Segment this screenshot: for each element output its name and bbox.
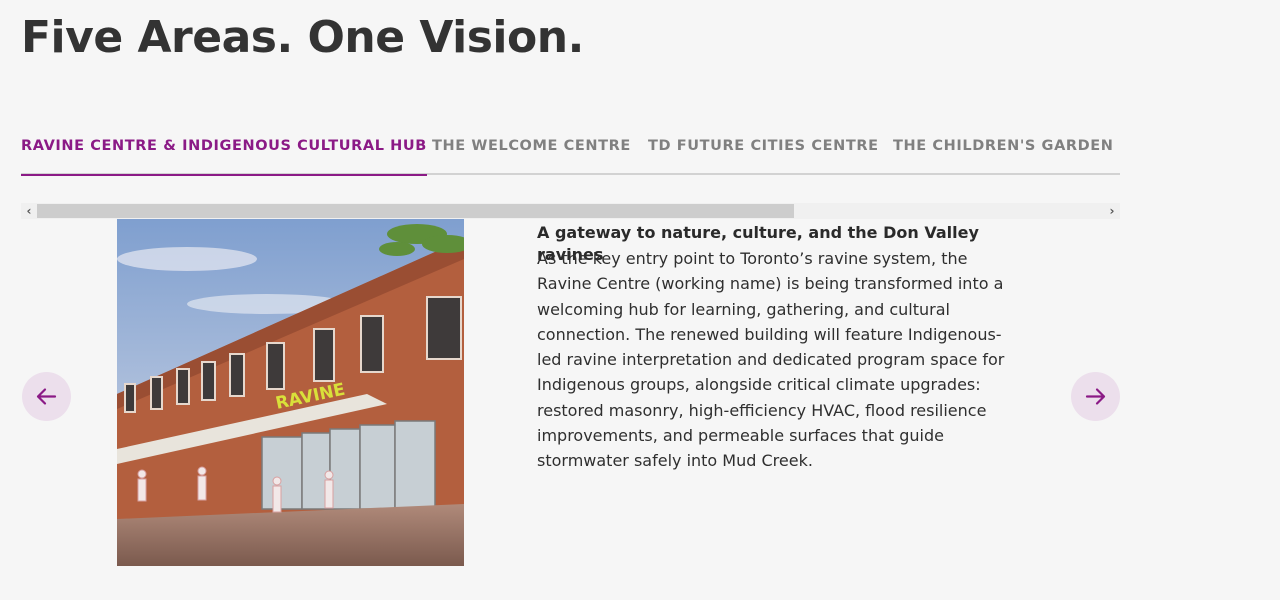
tab-childrens-garden[interactable]: THE CHILDREN'S GARDEN [893,137,1114,174]
tab-welcome-centre[interactable]: THE WELCOME CENTRE [432,137,631,174]
page-title: Five Areas. One Vision. [21,12,584,63]
arrow-right-icon [1085,388,1106,405]
building-illustration: RAVINE CENTRE [117,219,464,566]
arrow-left-icon [36,388,57,405]
scroll-thumb[interactable] [37,204,794,218]
previous-slide-button[interactable] [22,372,71,421]
tab-td-future-cities-centre[interactable]: TD FUTURE CITIES CENTRE [648,137,879,174]
tab-ravine-centre[interactable]: RAVINE CENTRE & INDIGENOUS CULTURAL HUB [21,137,427,176]
scroll-right-icon[interactable]: › [1104,203,1120,219]
scroll-left-icon[interactable]: ‹ [21,203,37,219]
next-slide-button[interactable] [1071,372,1120,421]
horizontal-scrollbar[interactable]: ‹ › [21,203,1120,219]
slide-body-text: As the key entry point to Toronto’s ravi… [537,249,1005,471]
slide-image: RAVINE CENTRE [117,219,464,566]
tab-bar: RAVINE CENTRE & INDIGENOUS CULTURAL HUB … [21,128,1120,176]
